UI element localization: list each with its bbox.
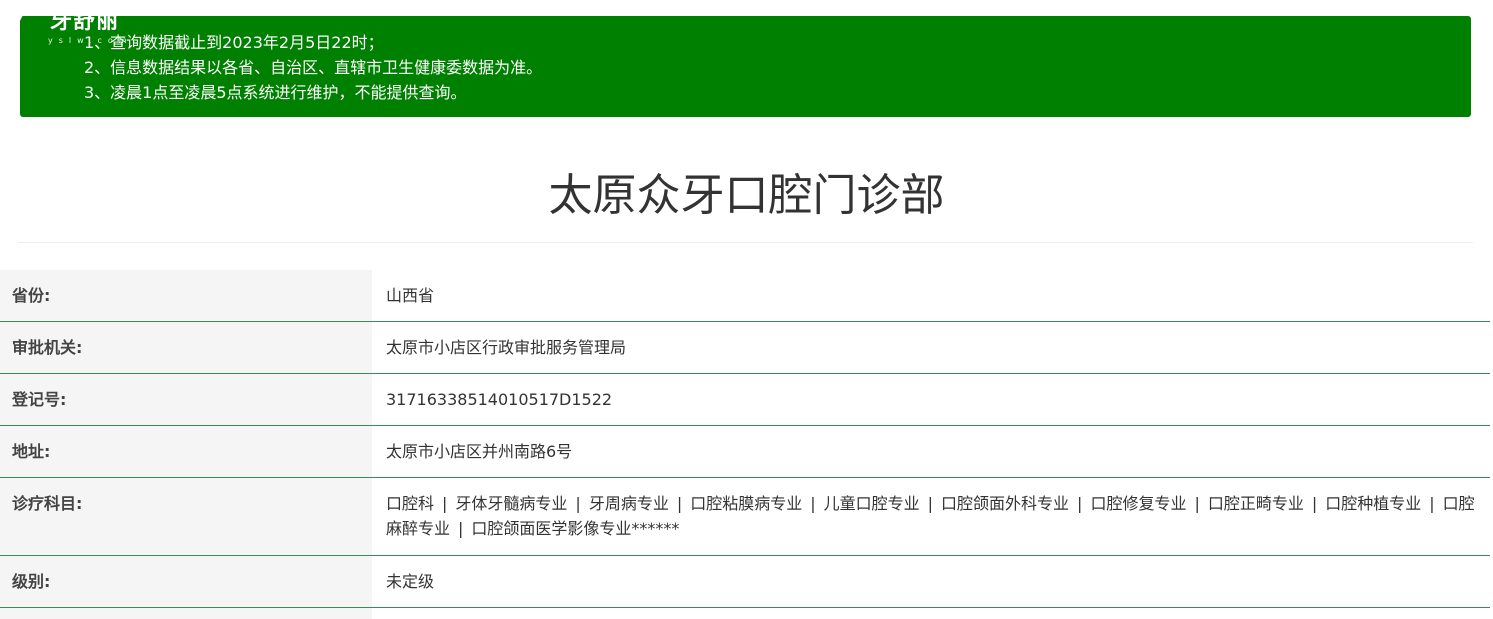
table-row-level: 级别: 未定级 bbox=[0, 555, 1490, 608]
notice-banner: 1、查询数据截止到2023年2月5日22时； 2、信息数据结果以各省、自治区、直… bbox=[20, 16, 1471, 117]
department-separator: | bbox=[1429, 494, 1435, 513]
department-item: 牙周病专业 bbox=[588, 494, 669, 513]
registration-value: 31716338514010517D1522 bbox=[372, 373, 1490, 426]
table-row-province: 省份: 山西省 bbox=[0, 270, 1490, 322]
notice-line-2: 2、信息数据结果以各省、自治区、直辖市卫生健康委数据为准。 bbox=[84, 58, 543, 77]
department-separator: | bbox=[1194, 494, 1200, 513]
registration-label: 登记号: bbox=[0, 373, 372, 426]
table-row-partial bbox=[0, 607, 1490, 619]
department-separator: | bbox=[676, 494, 683, 513]
department-separator: | bbox=[1311, 494, 1318, 513]
address-value: 太原市小店区并州南路6号 bbox=[372, 425, 1490, 478]
department-item: 口腔种植专业 bbox=[1325, 494, 1422, 513]
department-item: 口腔修复专业 bbox=[1090, 494, 1187, 513]
notice-line-1: 1、查询数据截止到2023年2月5日22时； bbox=[84, 33, 384, 52]
department-item: 口腔正畸专业 bbox=[1207, 494, 1304, 513]
department-separator: | bbox=[810, 494, 816, 513]
table-row-departments: 诊疗科目: 口腔科 | 牙体牙髓病专业 | 牙周病专业 | 口腔粘膜病专业 | 儿童口腔专业 | 口… bbox=[0, 477, 1490, 556]
province-value: 山西省 bbox=[372, 270, 1490, 322]
authority-value: 太原市小店区行政审批服务管理局 bbox=[372, 321, 1490, 374]
watermark-logo: // 牙舒丽 yslw.com bbox=[0, 6, 150, 50]
province-label: 省份: bbox=[0, 270, 372, 322]
logo-sub-text: yslw.com bbox=[48, 36, 133, 45]
partial-row-value bbox=[372, 607, 1490, 619]
department-separator: | bbox=[458, 519, 464, 538]
department-item: 儿童口腔专业 bbox=[823, 494, 920, 513]
department-item: 牙体牙髓病专业 bbox=[455, 494, 568, 513]
department-separator: | bbox=[1077, 494, 1083, 513]
department-item: 口腔颌面外科专业 bbox=[941, 494, 1070, 513]
partial-row-label bbox=[0, 607, 372, 619]
authority-label: 审批机关: bbox=[0, 321, 372, 374]
logo-brand-text: 牙舒丽 bbox=[50, 8, 120, 34]
table-row-address: 地址: 太原市小店区并州南路6号 bbox=[0, 425, 1490, 478]
level-label: 级别: bbox=[0, 555, 372, 608]
department-item: 口腔粘膜病专业 bbox=[690, 494, 803, 513]
level-value: 未定级 bbox=[372, 555, 1490, 608]
department-separator: | bbox=[575, 494, 581, 513]
department-item: 口腔科 bbox=[386, 494, 435, 513]
departments-label: 诊疗科目: bbox=[0, 477, 372, 556]
table-row-authority: 审批机关: 太原市小店区行政审批服务管理局 bbox=[0, 321, 1490, 374]
page: // 牙舒丽 yslw.com 1、查询数据截止到2023年2月5日22时； 2… bbox=[0, 0, 1493, 619]
address-label: 地址: bbox=[0, 425, 372, 478]
logo-mark-icon: // bbox=[4, 10, 22, 38]
department-separator: | bbox=[927, 494, 934, 513]
clinic-info-table: 省份: 山西省 审批机关: 太原市小店区行政审批服务管理局 登记号: 31716… bbox=[0, 270, 1490, 619]
table-row-registration: 登记号: 31716338514010517D1522 bbox=[0, 373, 1490, 426]
departments-value: 口腔科 | 牙体牙髓病专业 | 牙周病专业 | 口腔粘膜病专业 | 儿童口腔专业 | 口腔颌面外科专… bbox=[372, 477, 1490, 556]
notice-line-3: 3、凌晨1点至凌晨5点系统进行维护，不能提供查询。 bbox=[84, 83, 467, 102]
department-separator: | bbox=[442, 494, 448, 513]
page-title: 太原众牙口腔门诊部 bbox=[548, 170, 945, 221]
department-item: 口腔颌面医学影像专业****** bbox=[471, 519, 680, 538]
title-divider bbox=[18, 242, 1473, 243]
